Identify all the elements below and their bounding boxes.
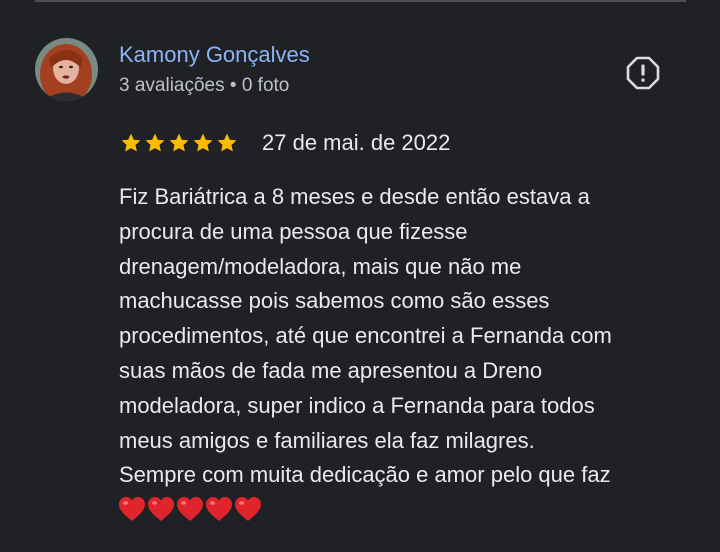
star-icon xyxy=(193,133,213,152)
star-icon xyxy=(121,133,141,152)
avatar[interactable] xyxy=(35,38,98,101)
star-icon xyxy=(145,133,165,152)
review-text-line: suas mãos de fada me apresentou a Dreno xyxy=(119,357,543,383)
reviewer-meta: 3 avaliações • 0 foto xyxy=(119,75,290,96)
review-text-line: machucasse pois sabemos como são esses xyxy=(119,288,550,314)
review-text-line: procura de uma pessoa que fizesse xyxy=(119,218,468,244)
reviewer-name[interactable]: Kamony Gonçalves xyxy=(119,42,310,68)
review-text-line: modeladora, super indico a Fernanda para… xyxy=(119,392,595,418)
heart-icon: ❤️ xyxy=(119,497,145,521)
heart-icon: ❤️ xyxy=(206,497,232,521)
review-text-line: Fiz Bariátrica a 8 meses e desde então e… xyxy=(119,184,590,209)
star-icon xyxy=(217,133,237,152)
review-text-line: procedimentos, até que encontrei a Ferna… xyxy=(119,323,612,349)
star-icon xyxy=(169,133,189,152)
heart-emojis: ❤️❤️❤️❤️❤️ xyxy=(118,496,262,522)
review-text-line: meus amigos e familiares ela faz milagre… xyxy=(119,427,535,453)
report-flag-icon[interactable] xyxy=(626,56,660,90)
review-text-line: drenagem/modeladora, mais que não me xyxy=(119,253,522,279)
heart-icon: ❤️ xyxy=(235,497,261,521)
top-divider xyxy=(35,0,686,2)
review-date: 27 de mai. de 2022 xyxy=(262,130,451,155)
heart-icon: ❤️ xyxy=(177,497,203,521)
rating-stars xyxy=(120,132,238,154)
review-text-line: Sempre com muita dedicação e amor pelo q… xyxy=(119,462,611,488)
review-text: Fiz Bariátrica a 8 meses e desde então e… xyxy=(119,180,709,493)
heart-icon: ❤️ xyxy=(148,497,174,521)
